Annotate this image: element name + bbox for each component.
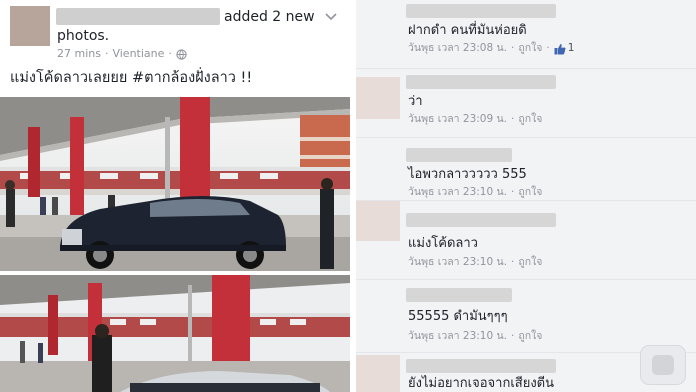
like-count-value: 1 [567,42,575,54]
comment-text: แม่งโค้ดลาว [408,236,478,251]
comment-meta: วันพุธ เวลา 23:09 น. · ถูกใจ [408,113,542,126]
meta-separator: · [104,47,109,60]
post-time[interactable]: 27 mins [57,47,101,61]
post-caption: แม่งโค้ดลาวเลยยย #ตากล้องฝั่งลาว !! [10,70,253,86]
comment-meta: วันพุธ เวลา 23:10 น. · ถูกใจ [408,186,542,199]
avatar[interactable] [10,6,50,46]
avatar[interactable] [356,355,400,392]
comment-meta: วันพุธ เวลา 23:08 น. · ถูกใจ · 1 [408,42,574,55]
comment-text: ไอพวกลาววววว 555 [408,167,527,182]
comment-text: ฝากดำ คนที่มันห่อยดิ [408,23,527,38]
comment-time[interactable]: วันพุธ เวลา 23:10 น. [408,330,507,343]
comment: 55555 ดำมันๆๆๆ วันพุธ เวลา 23:10 น. · ถู… [356,280,696,352]
avatar[interactable] [356,77,400,119]
comment-time[interactable]: วันพุธ เวลา 23:08 น. [408,42,507,55]
post-location[interactable]: Vientiane [112,47,164,61]
comment: ไอพวกลาววววว 555 วันพุธ เวลา 23:10 น. · … [356,138,696,200]
blurred-commenter-name[interactable] [406,359,556,373]
post-photo-1[interactable] [0,97,350,271]
meta-separator: · [511,42,515,54]
post-photo-2[interactable] [0,275,350,392]
post-action-text-continued: photos. [57,28,110,44]
blurred-commenter-name[interactable] [406,288,512,302]
comment-time[interactable]: วันพุธ เวลา 23:09 น. [408,113,507,126]
comment-time[interactable]: วันพุธ เวลา 23:10 น. [408,186,507,199]
like-link[interactable]: ถูกใจ [518,113,542,126]
like-link[interactable]: ถูกใจ [518,330,542,343]
comment-text: 55555 ดำมันๆๆๆ [408,309,508,324]
comment: ฝากดำ คนที่มันห่อยดิ วันพุธ เวลา 23:08 น… [356,0,696,68]
meta-separator: · [511,256,515,268]
comment-meta: วันพุธ เวลา 23:10 น. · ถูกใจ [408,330,542,343]
meta-separator: · [511,330,515,342]
photo-illustration [0,275,350,392]
meta-separator: · [511,113,515,125]
comment: ว่า วันพุธ เวลา 23:09 น. · ถูกใจ [356,69,696,137]
photo-illustration [0,97,350,271]
comment-text: ยังไม่อยากเจอจากเสียงตีน [408,376,554,391]
chevron-down-icon[interactable] [324,10,338,24]
post-action-text: added 2 new [224,9,315,25]
like-link[interactable]: ถูกใจ [518,186,542,199]
comment-text: ว่า [408,94,423,109]
post-panel: added 2 new photos. 27 mins · Vientiane … [0,0,350,392]
meta-separator: · [546,42,550,54]
meta-separator: · [168,47,172,60]
thumbs-up-icon [554,43,566,54]
chat-bubble-icon[interactable] [640,345,686,385]
globe-icon [176,48,187,60]
comment: แม่งโค้ดลาว วันพุธ เวลา 23:10 น. · ถูกใจ [356,201,696,279]
blurred-commenter-name[interactable] [406,148,512,162]
comment-time[interactable]: วันพุธ เวลา 23:10 น. [408,256,507,269]
blurred-commenter-name[interactable] [406,213,556,227]
comments-panel: ฝากดำ คนที่มันห่อยดิ วันพุธ เวลา 23:08 น… [356,0,696,392]
post-meta: 27 mins · Vientiane · [57,47,187,61]
blurred-commenter-name[interactable] [406,4,556,18]
avatar[interactable] [356,201,400,241]
like-link[interactable]: ถูกใจ [518,42,542,55]
chat-bubble-inner [652,355,674,375]
comment-meta: วันพุธ เวลา 23:10 น. · ถูกใจ [408,256,542,269]
like-count[interactable]: 1 [554,42,575,55]
meta-separator: · [511,186,515,198]
blurred-commenter-name[interactable] [406,75,556,89]
like-link[interactable]: ถูกใจ [518,256,542,269]
blurred-author-name[interactable] [56,8,220,25]
